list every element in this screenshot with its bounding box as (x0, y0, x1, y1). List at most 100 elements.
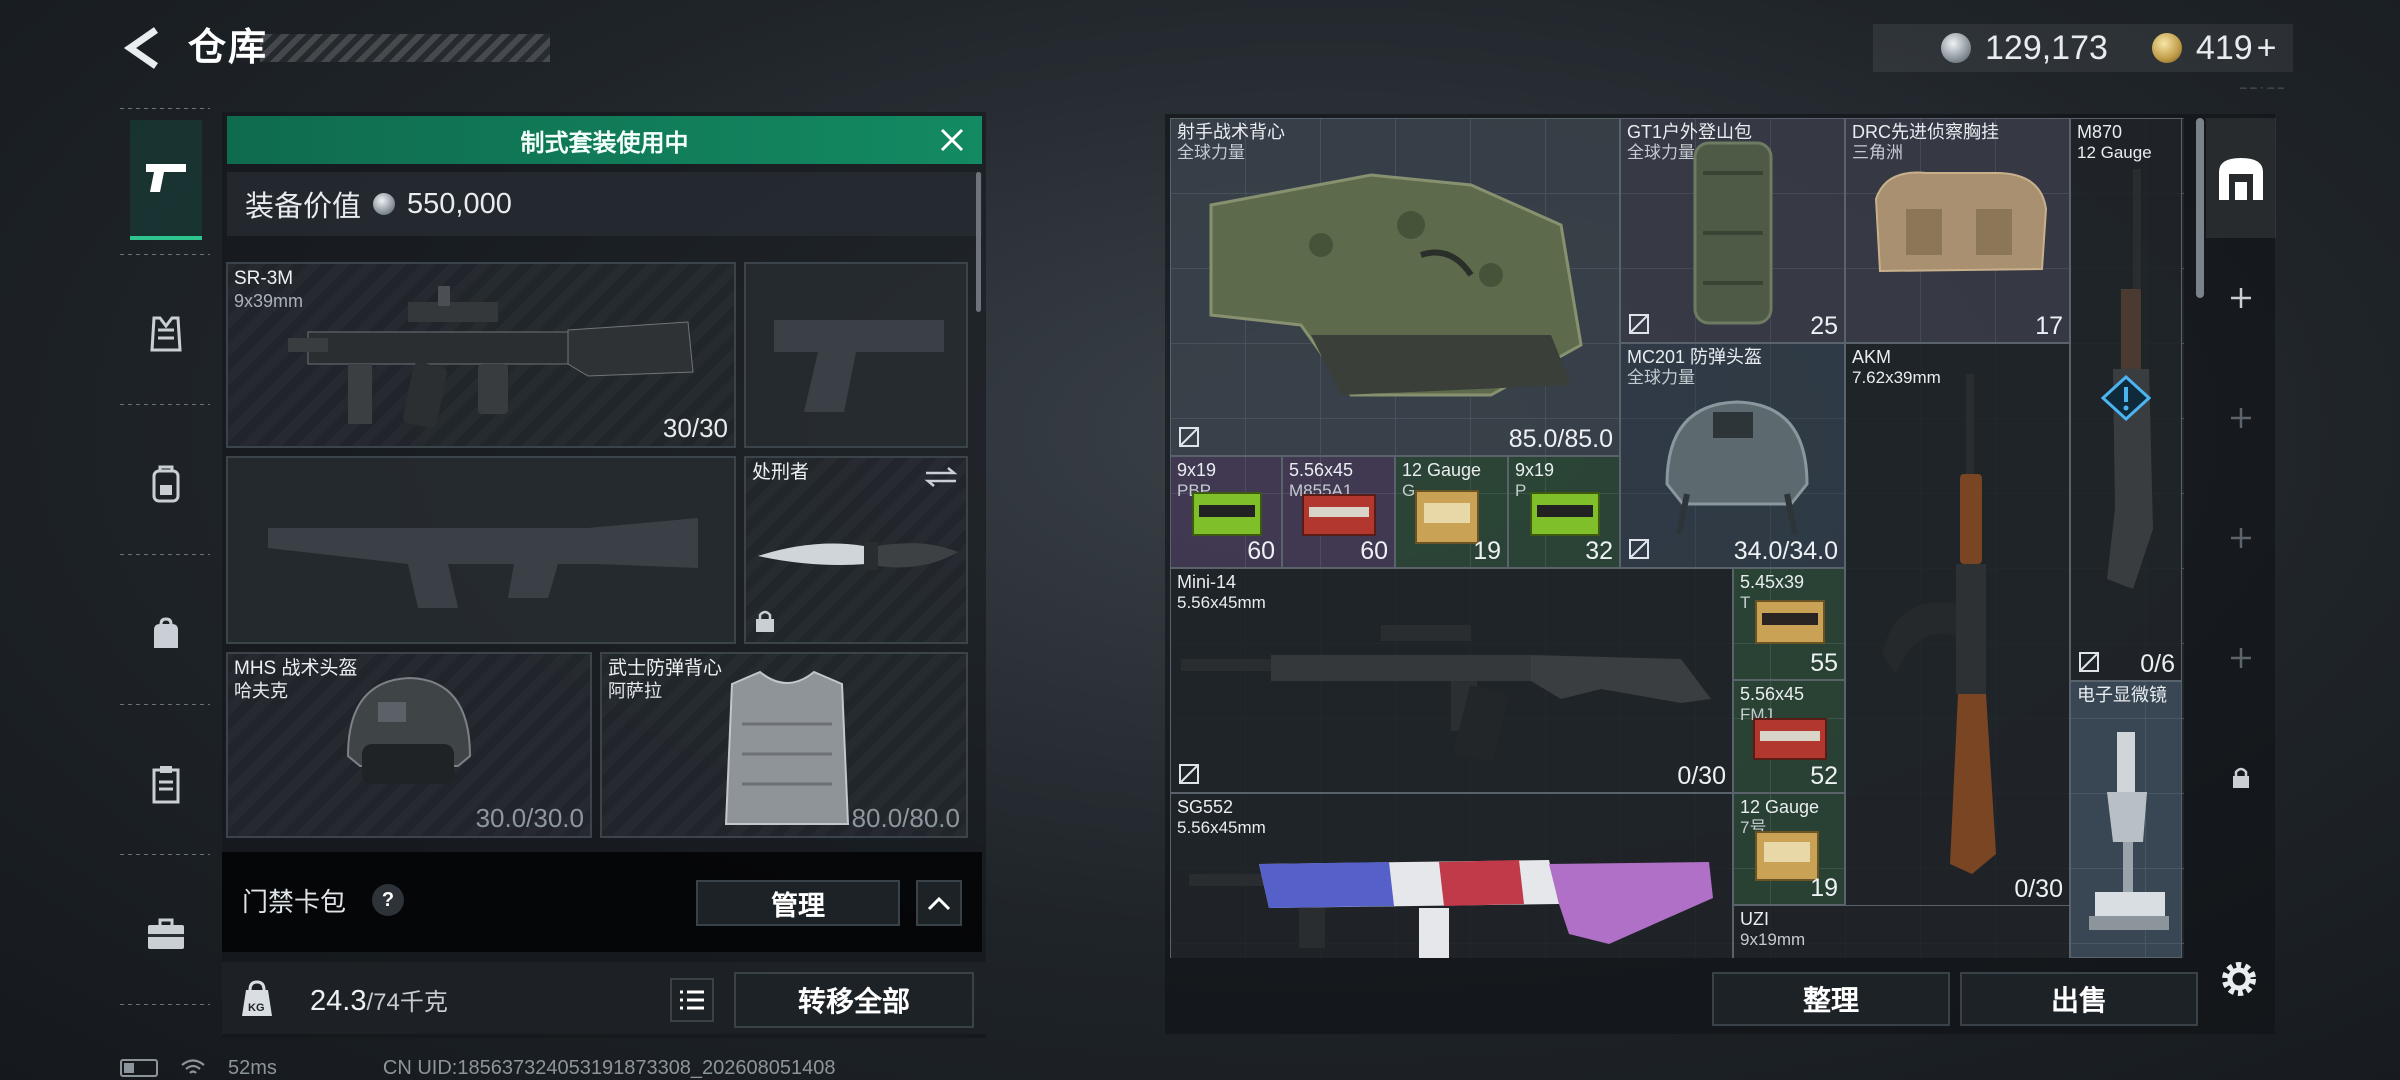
vest-brand: 阿萨拉 (608, 681, 662, 701)
item-name: UZI (1740, 909, 1769, 929)
nav-bag[interactable] (130, 574, 202, 694)
weight-max: /74千克 (366, 989, 448, 1016)
briefcase-icon (148, 918, 184, 949)
sell-button[interactable]: 出售 (1960, 972, 2198, 1026)
title-decoration (260, 34, 550, 62)
keycard-pack: 门禁卡包 ? 管理 (222, 852, 982, 952)
weapon-ammo: 30/30 (662, 413, 728, 443)
manage-button[interactable]: 管理 (696, 880, 900, 926)
item-ammo-9x19-p[interactable]: 9x19 P 32 (1508, 456, 1620, 568)
item-sg552[interactable]: SG552 5.56x45mm (1170, 793, 1733, 958)
akm-rifle-icon (1882, 374, 1996, 874)
chevron-up-icon (927, 896, 951, 911)
item-ammo-5-56-fmj[interactable]: 5.56x45 FMJ 52 (1733, 680, 1845, 793)
ammo-box-icon (1192, 492, 1262, 536)
bag-icon (154, 617, 178, 648)
equip-value-label: 装备价值 (245, 191, 362, 223)
weight-value: 24.3/74千克 (310, 982, 448, 1018)
help-button[interactable]: ? (372, 884, 404, 916)
slot-primary-weapon[interactable]: SR-3M 9x39mm 30/30 (226, 262, 736, 448)
loadout-scrollbar[interactable] (976, 172, 981, 312)
preset-banner-text: 制式套装使用中 (520, 129, 689, 157)
item-count: 32 (1585, 537, 1613, 565)
item-uzi[interactable]: UZI 9x19mm (1733, 905, 2070, 958)
backpack-icon (1693, 141, 1773, 325)
settings-button[interactable] (2214, 954, 2264, 1004)
item-name: 5.56x45 (1289, 460, 1354, 480)
storage-tab-add-1[interactable] (2206, 238, 2276, 358)
item-marksman-vest[interactable]: 射手战术背心 全球力量 85.0/85.0 (1170, 118, 1620, 456)
transfer-all-button[interactable]: 转移全部 (734, 972, 974, 1028)
storage-tab-main[interactable] (2206, 118, 2276, 238)
item-ammo-5-56-m855a1[interactable]: 5.56x45 M855A1 60 (1282, 456, 1395, 568)
tidy-button[interactable]: 整理 (1712, 972, 1950, 1026)
item-ammo-12-gauge-g[interactable]: 12 Gauge G 19 (1395, 456, 1508, 568)
item-gt1-backpack[interactable]: GT1户外登山包 全球力量 25 (1620, 118, 1845, 343)
item-mc201-helmet[interactable]: MC201 防弹头盔 全球力量 34.0/34.0 (1620, 343, 1845, 568)
swap-icon[interactable] (924, 466, 958, 488)
item-electron-microscope[interactable]: 电子显微镜 (2070, 681, 2182, 958)
pistol-silhouette-icon (774, 320, 944, 412)
battery-icon (120, 1059, 158, 1077)
tactical-vest-icon (1209, 173, 1583, 397)
collapse-button[interactable] (916, 880, 962, 926)
storage-scrollbar[interactable] (2196, 118, 2204, 298)
item-count: 60 (1247, 537, 1275, 565)
item-ammo: 0/6 (2140, 650, 2175, 678)
storage-tab-add-3[interactable] (2206, 478, 2276, 598)
slot-pistol[interactable] (744, 262, 968, 448)
keycard-pack-label: 门禁卡包 (242, 887, 347, 917)
list-view-button[interactable] (670, 978, 714, 1022)
back-button[interactable] (118, 22, 166, 74)
item-akm[interactable]: AKM 7.62x39mm 0/30 (1845, 343, 2070, 906)
nav-weapons[interactable] (130, 120, 202, 240)
microscope-icon (2089, 732, 2169, 930)
nav-armor[interactable] (130, 274, 202, 394)
sr3m-rifle-icon (288, 286, 694, 428)
uid-text: CN UID:185637324053191873308_20260805140… (382, 1056, 836, 1079)
item-count: 55 (1810, 649, 1838, 677)
warning-icon[interactable] (2101, 375, 2151, 421)
item-caliber: 9x19mm (1740, 930, 1806, 949)
storage-tab-add-2[interactable] (2206, 358, 2276, 478)
chest-rig-icon (1874, 171, 2048, 273)
storage-tab-add-4[interactable] (2206, 598, 2276, 718)
nav-clipboard[interactable] (130, 724, 202, 844)
nav-backpack[interactable] (130, 424, 202, 544)
slot-melee[interactable]: 处刑者 (744, 456, 968, 644)
lock-icon (2233, 767, 2249, 788)
item-capacity: 25 (1810, 312, 1838, 340)
back-arrow-icon (123, 27, 158, 69)
item-ammo-12-gauge-7[interactable]: 12 Gauge 7号 19 (1733, 793, 1845, 905)
item-caliber: P (1515, 481, 1527, 500)
ammo-box-icon (1530, 492, 1600, 536)
plus-icon (2231, 288, 2251, 308)
rifle-silhouette-icon (268, 518, 698, 608)
banner-close-button[interactable] (934, 122, 970, 158)
slot-armor-vest[interactable]: 武士防弹背心 阿萨拉 80.0/80.0 (600, 652, 968, 838)
plus-icon (2231, 408, 2251, 428)
item-mini-14[interactable]: Mini-14 5.56x45mm 0/30 (1170, 568, 1733, 793)
item-name: MC201 防弹头盔 (1627, 347, 1763, 367)
item-name: SG552 (1177, 797, 1234, 817)
storage-tab-locked[interactable] (2206, 718, 2276, 838)
sg552-rifle-icon (1189, 860, 1713, 958)
slot-secondary-weapon[interactable] (226, 456, 736, 644)
item-drc-chest-rig[interactable]: DRC先进侦察胸挂 三角洲 17 (1845, 118, 2070, 343)
plus-icon (2231, 528, 2251, 548)
item-name: M870 (2077, 122, 2123, 142)
item-m870[interactable]: M870 12 Gauge 0/6 (2070, 118, 2182, 681)
item-ammo-5-45x39[interactable]: 5.45x39 T 55 (1733, 568, 1845, 680)
version-text: – – · – – (2240, 80, 2285, 94)
no-trade-icon (1629, 314, 1649, 334)
plus-icon (2231, 648, 2251, 668)
weapon-name: SR-3M (234, 268, 294, 289)
ammo-box-icon (1415, 490, 1479, 544)
nav-case[interactable] (130, 874, 202, 994)
item-ammo-9x19-pbp[interactable]: 9x19 PBP 60 (1170, 456, 1282, 568)
helmet-brand: 哈夫克 (234, 681, 288, 701)
helmet-durability: 30.0/30.0 (475, 803, 584, 833)
item-caliber: T (1740, 593, 1751, 612)
add-currency-button[interactable]: + (2257, 29, 2277, 68)
slot-helmet[interactable]: MHS 战术头盔 哈夫克 30.0/30.0 (226, 652, 592, 838)
